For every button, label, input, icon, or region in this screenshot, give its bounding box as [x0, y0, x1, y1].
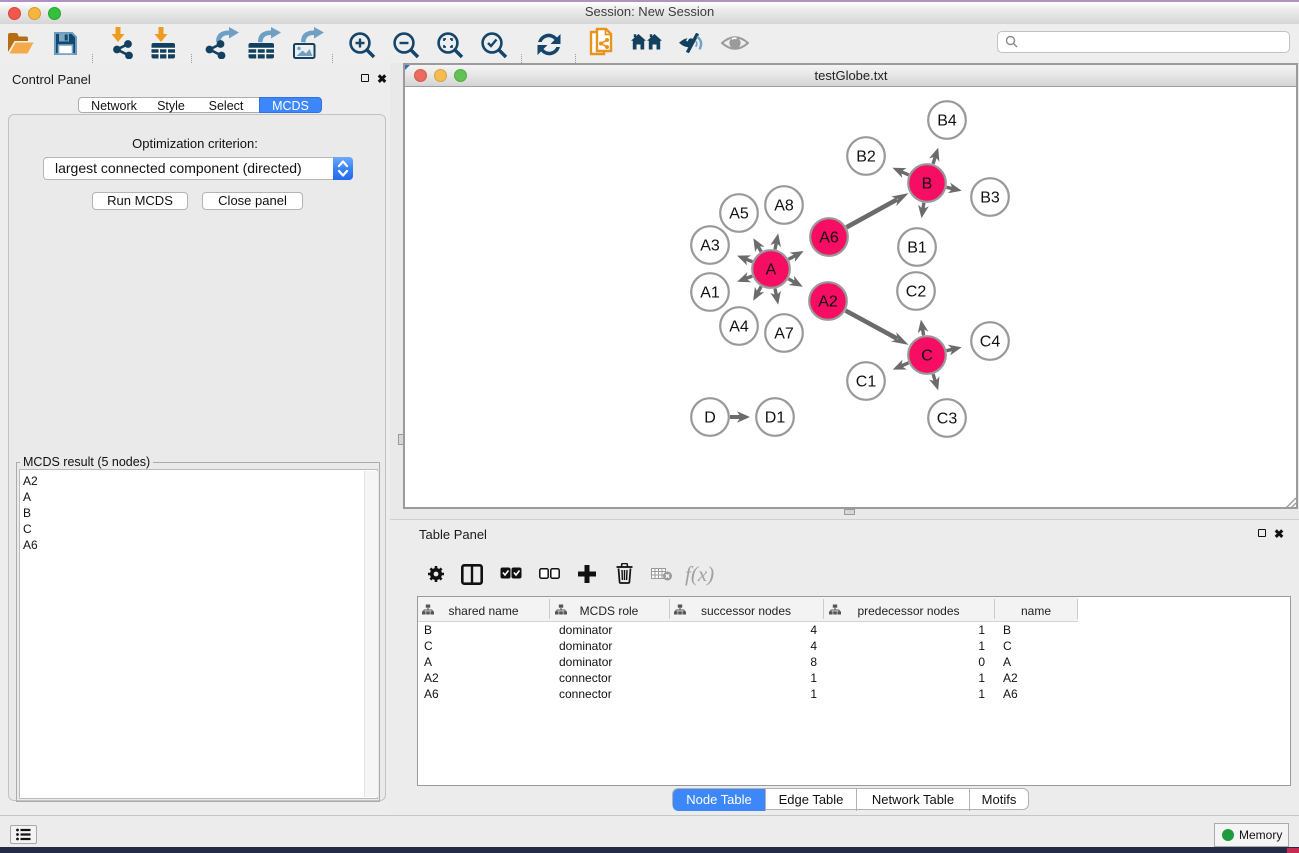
svg-text:A8: A8 — [774, 198, 794, 215]
svg-text:A: A — [766, 262, 777, 279]
svg-text:B4: B4 — [937, 113, 957, 130]
svg-text:B1: B1 — [907, 240, 927, 257]
svg-text:A6: A6 — [819, 230, 839, 247]
svg-text:C4: C4 — [980, 334, 1001, 351]
svg-text:A2: A2 — [818, 294, 838, 311]
svg-text:C: C — [921, 348, 933, 365]
svg-text:B2: B2 — [856, 149, 876, 166]
svg-text:A7: A7 — [774, 326, 794, 343]
svg-text:B: B — [922, 176, 933, 193]
svg-text:C3: C3 — [937, 411, 958, 428]
svg-text:C2: C2 — [906, 284, 927, 301]
svg-text:B3: B3 — [980, 190, 1000, 207]
svg-text:D1: D1 — [765, 410, 786, 427]
svg-text:D: D — [704, 410, 716, 427]
svg-text:C1: C1 — [856, 374, 877, 391]
svg-text:A5: A5 — [729, 206, 749, 223]
svg-text:A4: A4 — [729, 319, 749, 336]
svg-text:A1: A1 — [700, 285, 720, 302]
svg-text:A3: A3 — [700, 238, 720, 255]
